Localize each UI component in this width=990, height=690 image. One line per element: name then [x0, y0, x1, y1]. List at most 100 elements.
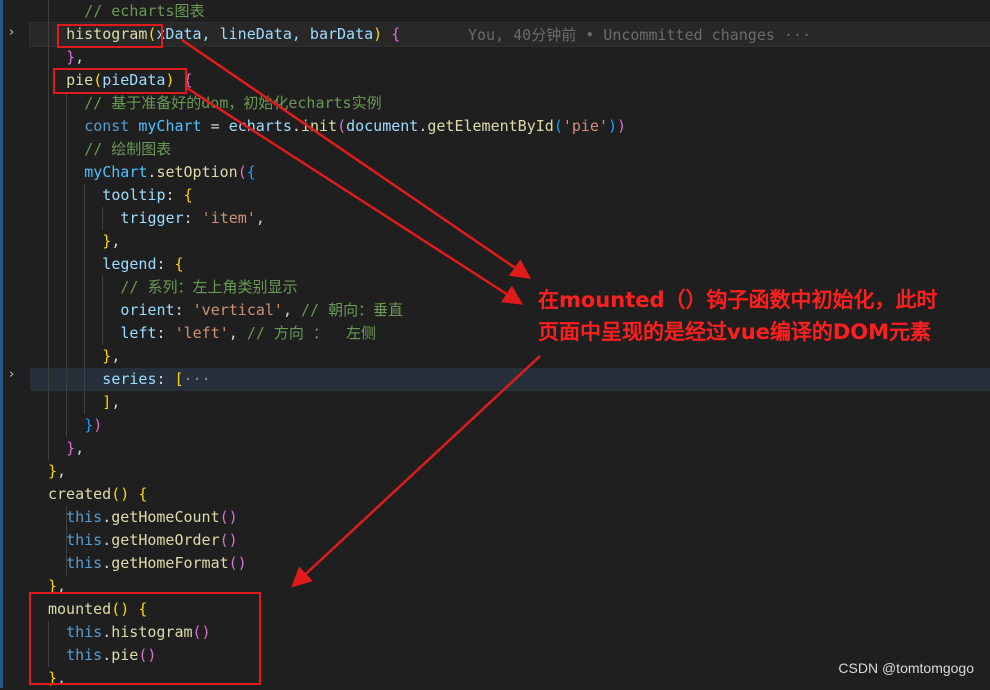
- highlight-box-mounted: [29, 592, 261, 685]
- code-token: :: [174, 301, 193, 319]
- code-token: {: [246, 163, 256, 181]
- code-token: const: [84, 117, 139, 135]
- code-token: // 朝向：垂直: [301, 301, 404, 319]
- code-line[interactable]: this.getHomeCount(): [30, 506, 990, 529]
- code-token: (): [219, 531, 238, 549]
- code-token: (): [219, 508, 238, 526]
- code-line[interactable]: ],: [30, 391, 990, 414]
- code-token: ): [617, 117, 627, 135]
- code-token: // 基于准备好的dom，初始化echarts实例: [84, 94, 382, 112]
- code-token: {: [138, 485, 148, 503]
- code-token: .: [102, 554, 112, 572]
- code-line[interactable]: const myChart = echarts.init(document.ge…: [30, 115, 990, 138]
- code-token: 'pie': [562, 117, 608, 135]
- git-blame-hint: You, 40分钟前 • Uncommitted changes ···: [468, 26, 812, 44]
- code-token: ,: [75, 48, 85, 66]
- code-token: legend: [102, 255, 157, 273]
- indent-guide: [102, 276, 103, 345]
- code-token: echarts: [228, 117, 292, 135]
- fold-chevron-icon[interactable]: ›: [9, 367, 14, 382]
- code-token: created: [48, 485, 112, 503]
- code-token: getElementById: [427, 117, 554, 135]
- code-token: .: [291, 117, 301, 135]
- code-line[interactable]: tooltip: {: [30, 184, 990, 207]
- code-token: orient: [120, 301, 175, 319]
- code-line[interactable]: },: [30, 460, 990, 483]
- indent-guide: [66, 92, 67, 437]
- code-token: ···: [183, 370, 211, 388]
- code-line[interactable]: myChart.setOption({: [30, 161, 990, 184]
- code-token: .: [102, 508, 112, 526]
- code-token: (: [337, 117, 347, 135]
- watermark: CSDN @tomtomgogo: [838, 660, 974, 676]
- code-line[interactable]: },: [30, 437, 990, 460]
- code-token: setOption: [156, 163, 238, 181]
- code-token: .: [102, 531, 112, 549]
- code-token: :: [183, 209, 202, 227]
- code-token: :: [156, 324, 175, 342]
- code-token: // 系列：左上角类别显示: [120, 278, 298, 296]
- code-line[interactable]: series: [···: [30, 368, 990, 391]
- code-token: ): [608, 117, 618, 135]
- code-line[interactable]: // 绘制图表: [30, 138, 990, 161]
- highlight-box-pie: [53, 68, 187, 94]
- code-line[interactable]: // 基于准备好的dom，初始化echarts实例: [30, 92, 990, 115]
- code-token: :: [156, 370, 175, 388]
- code-token: }: [102, 232, 112, 250]
- code-token: getHomeOrder: [111, 531, 220, 549]
- code-token: ,: [228, 324, 247, 342]
- code-token: }: [66, 439, 76, 457]
- code-token: 'vertical': [192, 301, 283, 319]
- code-token: getHomeFormat: [111, 554, 229, 572]
- code-line[interactable]: created() {: [30, 483, 990, 506]
- code-token: myChart: [138, 117, 202, 135]
- code-line[interactable]: // echarts图表: [30, 0, 990, 23]
- code-line[interactable]: this.getHomeOrder(): [30, 529, 990, 552]
- code-line[interactable]: },: [30, 230, 990, 253]
- code-line[interactable]: trigger: 'item',: [30, 207, 990, 230]
- code-token: [: [174, 370, 184, 388]
- code-token: ,: [282, 301, 302, 319]
- code-token: init: [300, 117, 338, 135]
- code-token: myChart: [84, 163, 148, 181]
- code-token: }: [84, 416, 94, 434]
- code-token: ,: [111, 347, 121, 365]
- code-token: 'left': [174, 324, 229, 342]
- code-token: 'item': [201, 209, 256, 227]
- annotation-line-2: 页面中呈现的是经过vue编译的DOM元素: [538, 320, 932, 344]
- code-token: {: [391, 25, 401, 43]
- highlight-box-histogram: [57, 24, 163, 48]
- code-line[interactable]: this.getHomeFormat(): [30, 552, 990, 575]
- code-token: (: [553, 117, 563, 135]
- code-token: tooltip: [102, 186, 166, 204]
- code-token: // echarts图表: [84, 2, 205, 20]
- code-token: ): [93, 416, 103, 434]
- code-token: (): [111, 485, 130, 503]
- editor-gutter: [0, 0, 28, 688]
- code-token: ,: [255, 209, 265, 227]
- code-token: ,: [111, 393, 121, 411]
- code-token: xData, lineData, barData: [156, 25, 374, 43]
- code-line[interactable]: },: [30, 46, 990, 69]
- code-token: series: [102, 370, 157, 388]
- fold-chevron-icon[interactable]: ›: [9, 25, 14, 40]
- code-line[interactable]: }): [30, 414, 990, 437]
- code-line[interactable]: },: [30, 345, 990, 368]
- git-change-bar: [0, 0, 3, 688]
- indent-guide: [66, 506, 67, 575]
- code-token: getHomeCount: [111, 508, 220, 526]
- annotation-line-1: 在mounted（）钩子函数中初始化，此时: [538, 288, 938, 312]
- code-token: // 方向 ： 左侧: [246, 324, 377, 342]
- code-token: ]: [102, 393, 112, 411]
- code-token: (: [237, 163, 247, 181]
- code-token: // 绘制图表: [84, 140, 172, 158]
- code-token: left: [120, 324, 157, 342]
- code-token: (): [228, 554, 247, 572]
- code-token: :: [165, 186, 184, 204]
- code-token: trigger: [120, 209, 184, 227]
- code-token: this: [66, 531, 103, 549]
- code-line[interactable]: legend: {: [30, 253, 990, 276]
- code-token: ,: [111, 232, 121, 250]
